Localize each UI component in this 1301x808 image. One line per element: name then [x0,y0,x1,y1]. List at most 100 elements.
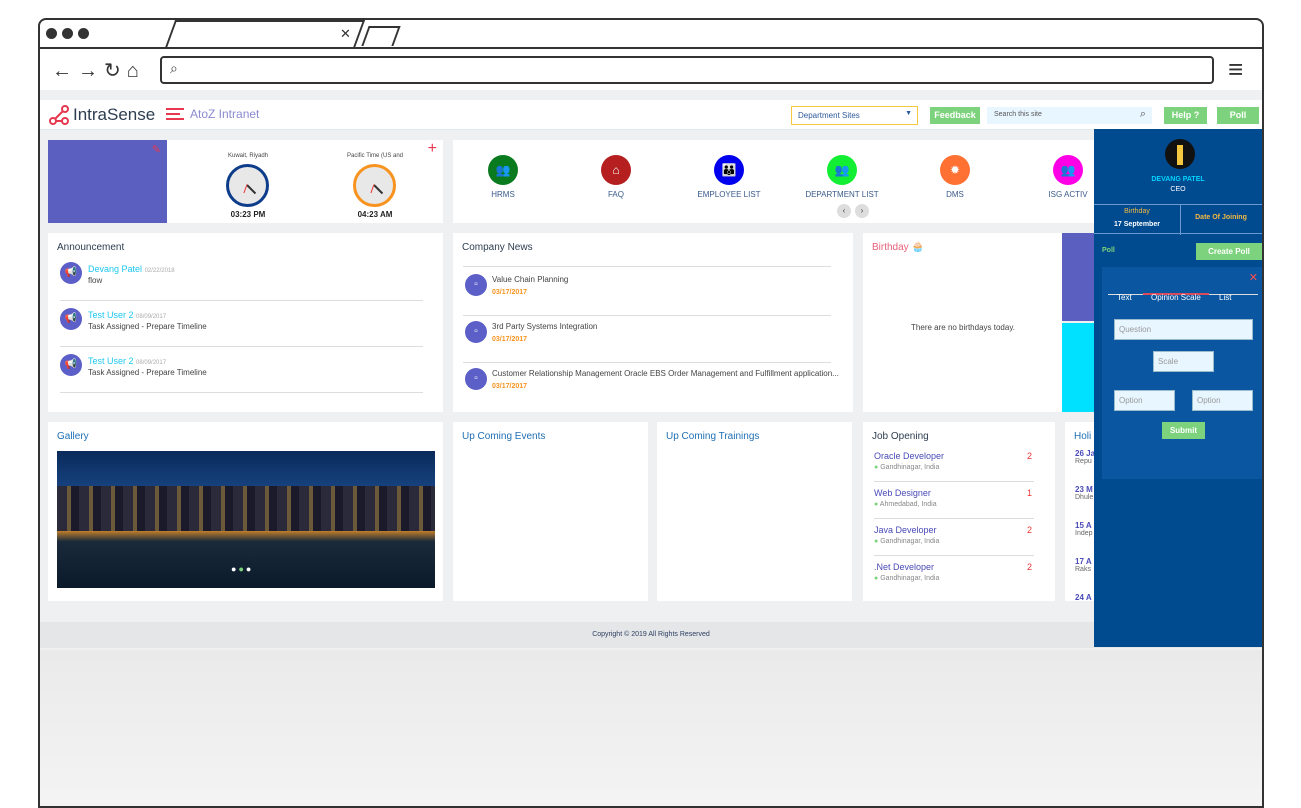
window-control[interactable] [46,28,57,39]
location-icon: ● [874,538,879,545]
trainings-card: Up Coming Trainings [657,422,852,601]
poll-label: Poll [1102,247,1115,254]
poll-button[interactable]: Poll [1217,107,1259,124]
document-icon: ▫ [465,368,487,390]
holidays-title: Holi [1074,431,1092,442]
cake-icon: 🧁 [911,242,924,253]
window-control[interactable] [62,28,73,39]
profile-banner: ✎ [48,140,167,223]
chevron-down-icon: ▼ [905,110,912,117]
news-item[interactable]: ▫ Customer Relationship Management Oracl… [463,368,839,408]
quick-link[interactable]: ✹ DMS [895,140,1015,202]
submit-button[interactable]: Submit [1162,422,1205,439]
announcement-item[interactable]: 📢 Devang Patel 02/22/2018 flow [60,262,423,304]
clock-time: 03:23 PM [230,210,266,219]
document-icon: ▫ [465,321,487,343]
footer: Copyright © 2019 All Rights Reserved [40,622,1262,648]
people-icon: 👥 [488,155,518,185]
next-icon[interactable]: › [855,204,869,218]
megaphone-icon: 📢 [60,308,82,330]
quick-link[interactable]: 👪 EMPLOYEE LIST [669,140,789,202]
window-control[interactable] [78,28,89,39]
clock-time: 04:23 AM [357,210,393,219]
news-title: Company News [462,242,533,253]
document-icon: ▫ [465,274,487,296]
profile-panel: DEVANG PATEL CEO Birthday 17 September D… [1094,129,1262,647]
close-icon[interactable]: ✕ [1249,271,1258,284]
group-icon: 👪 [714,155,744,185]
gallery-image[interactable]: ●●● [57,451,435,588]
megaphone-icon: 📢 [60,262,82,284]
job-item[interactable]: .Net Developer ● Gandhinagar, India 2 [874,562,1038,596]
quick-link[interactable]: 👥 HRMS [443,140,563,202]
new-tab-button[interactable] [361,26,401,46]
job-item[interactable]: Oracle Developer ● Gandhinagar, India 2 [874,451,1038,485]
people-icon: 👥 [1053,155,1083,185]
news-item[interactable]: ▫ Value Chain Planning 03/17/2017 [463,274,833,316]
menu-icon[interactable]: ≡ [1228,54,1243,85]
location-icon: ● [874,464,879,471]
job-item[interactable]: Java Developer ● Gandhinagar, India 2 [874,525,1038,559]
announcement-title: Announcement [57,242,125,253]
news-item[interactable]: ▫ 3rd Party Systems Integration 03/17/20… [463,321,833,363]
department-select[interactable]: Department Sites ▼ [791,106,918,125]
poll-form: ✕ Text Opinion Scale List Question Scale… [1102,267,1262,479]
location-icon: ● [874,501,879,508]
people-icon: 👥 [827,155,857,185]
job-opening-card: Job Opening Oracle Developer ● Gandhinag… [863,422,1055,601]
logo-icon [49,105,69,125]
hamburger-icon[interactable] [166,108,184,120]
create-poll-button[interactable]: Create Poll [1196,243,1262,260]
job-count: 1 [1027,488,1033,498]
address-bar[interactable]: ⌕ [160,56,1214,84]
megaphone-icon: 📢 [60,354,82,376]
birthday-card: Birthday 🧁 There are no birthdays today. [863,233,1063,412]
clock-icon [226,164,269,207]
quick-link[interactable]: 👥 DEPARTMENT LIST [782,140,902,202]
events-card: Up Coming Events [453,422,648,601]
tab-opinion-scale[interactable]: Opinion Scale [1151,293,1201,302]
brand-name: IntraSense [73,105,156,124]
browser-window: ✕ ←→↻⌂ ⌕ ≡ IntraSense AtoZ Intranet Depa… [38,18,1264,808]
search-icon: ⌕ [170,60,178,76]
announcement-item[interactable]: 📢 Test User 2 08/09/2017 Task Assigned -… [60,354,423,396]
browser-tab[interactable] [164,20,366,48]
prev-icon[interactable]: ‹ [837,204,851,218]
edit-icon[interactable]: ✎ [152,143,161,156]
site-header: IntraSense AtoZ Intranet Department Site… [40,100,1262,130]
bulb-icon: ✹ [940,155,970,185]
nav-buttons[interactable]: ←→↻⌂ [52,58,145,83]
job-item[interactable]: Web Designer ● Ahmedabad, India 1 [874,488,1038,522]
tab-text[interactable]: Text [1117,293,1132,302]
birthday-value: 17 September [1114,221,1160,228]
close-tab-icon[interactable]: ✕ [340,26,351,42]
feedback-button[interactable]: Feedback [930,107,980,124]
option-input[interactable]: Option [1114,390,1175,411]
tab-list[interactable]: List [1219,293,1231,302]
location-icon: ● [874,575,879,582]
search-icon: ⌕ [1139,108,1146,120]
clock-zone: Pacific Time (US and [346,153,404,159]
clock-icon [353,164,396,207]
company-news-card: Company News ▫ Value Chain Planning 03/1… [453,233,853,412]
joining-label: Date Of Joining [1195,214,1247,221]
site-subtitle: AtoZ Intranet [190,107,260,121]
job-count: 2 [1027,562,1033,572]
quick-link[interactable]: ⌂ FAQ [556,140,676,202]
announcement-item[interactable]: 📢 Test User 2 08/09/2017 Task Assigned -… [60,308,423,350]
avatar [1165,139,1195,169]
profile-name: DEVANG PATEL [1151,176,1205,183]
option-input[interactable]: Option [1192,390,1253,411]
help-button[interactable]: Help ? [1164,107,1207,124]
scale-input[interactable]: Scale [1153,351,1214,372]
job-count: 2 [1027,451,1033,461]
carousel-dots[interactable]: ●●● [231,564,253,574]
question-input[interactable]: Question [1114,319,1253,340]
job-count: 2 [1027,525,1033,535]
birthday-title: Birthday 🧁 [872,242,924,253]
search-input[interactable]: Search this site ⌕ [987,107,1152,124]
clock-widget: ✎ + Kuwait, Riyadh 03:23 PM Pacific Time… [48,140,443,223]
home-icon: ⌂ [601,155,631,185]
add-clock-icon[interactable]: + [428,140,437,158]
trainings-title: Up Coming Trainings [666,431,760,442]
